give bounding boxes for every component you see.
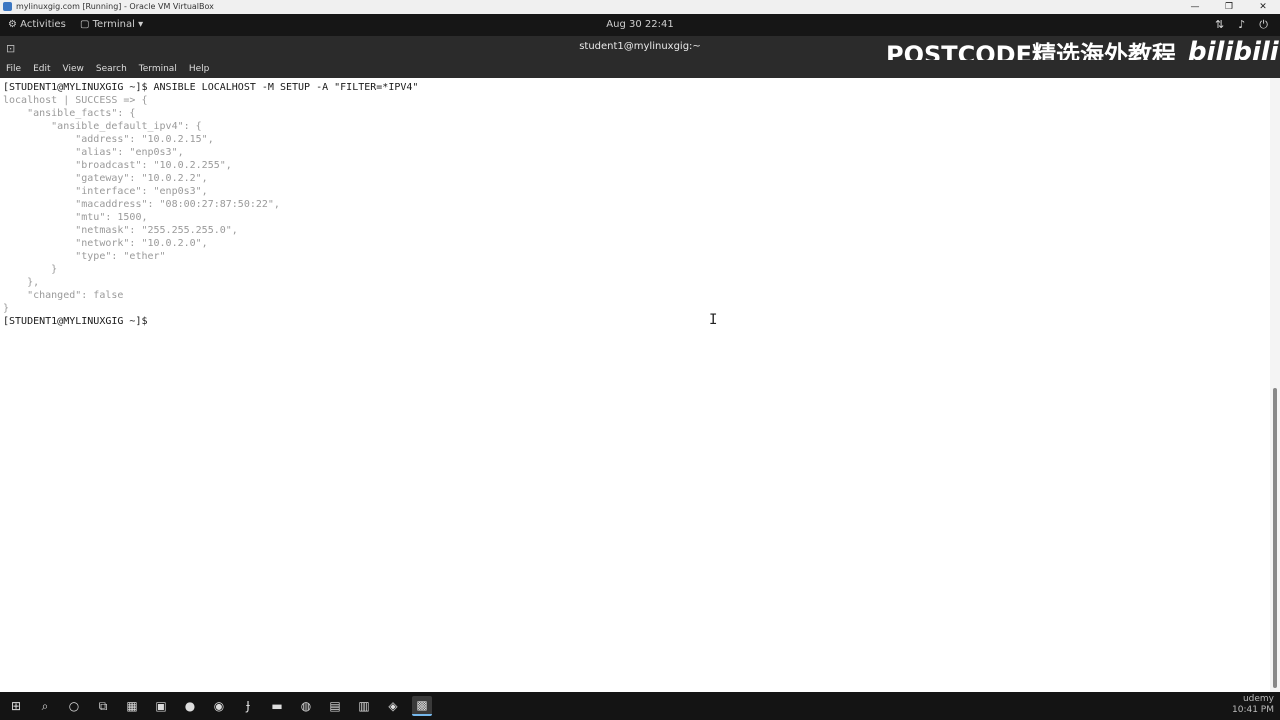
windows-taskbar: ⊞ ⌕ ○ ⧉ ▦ ▣ ● ◉ Ɉ ▬ ◍ ▤ ▥ ◈ ▩ udemy 10:4… [0,692,1280,720]
close-button[interactable]: ✕ [1246,0,1280,14]
menu-search[interactable]: Search [96,64,127,74]
terminal-body[interactable]: [STUDENT1@MYLINUXGIG ~]$ ANSIBLE LOCALHO… [0,78,1270,692]
terminal-line: "changed": false [3,290,124,301]
windows-start-icon[interactable]: ⊞ [6,696,26,716]
window-title: mylinuxgig.com [Running] - Oracle VM Vir… [16,2,214,11]
cortana-icon[interactable]: ○ [64,696,84,716]
taskbar-icons: ⊞ ⌕ ○ ⧉ ▦ ▣ ● ◉ Ɉ ▬ ◍ ▤ ▥ ◈ ▩ [6,696,432,716]
terminal-line: "macaddress": "08:00:27:87:50:22", [3,199,280,210]
edge-icon[interactable]: ◉ [209,696,229,716]
maximize-button[interactable]: ❐ [1212,0,1246,14]
menu-file[interactable]: File [6,64,21,74]
document-icon[interactable]: ▤ [325,696,345,716]
terminal-line: "netmask": "255.255.255.0", [3,225,238,236]
task-view-icon[interactable]: ⧉ [93,696,113,716]
system-tray-clock[interactable]: udemy 10:41 PM [1232,694,1274,716]
scrollbar-thumb[interactable] [1273,388,1277,688]
terminal-prompt: [STUDENT1@MYLINUXGIG ~]$ [3,316,148,327]
java-icon[interactable]: Ɉ [238,696,258,716]
terminal-menubar: File Edit View Search Terminal Help [0,60,1280,78]
menu-view[interactable]: View [63,64,84,74]
terminal-line: "type": "ether" [3,251,166,262]
terminal-line: localhost | SUCCESS => { [3,95,148,106]
terminal-line: } [3,264,58,275]
terminal-line: } [3,303,10,314]
window-controls: — ❐ ✕ [1178,0,1280,14]
terminal-line: "alias": "enp0s3", [3,147,184,158]
folder-icon[interactable]: ▬ [267,696,287,716]
menu-edit[interactable]: Edit [33,64,50,74]
terminal-line: "address": "10.0.2.15", [3,134,214,145]
terminal-line: "mtu": 1500, [3,212,148,223]
terminal-line: "ansible_facts": { [3,108,136,119]
taskbar-time: 10:41 PM [1232,705,1274,715]
store-icon[interactable]: ▦ [122,696,142,716]
terminal-scrollbar[interactable] [1270,78,1280,692]
ibeam-cursor-icon: I [709,312,718,328]
terminal-output: [STUDENT1@MYLINUXGIG ~]$ ANSIBLE LOCALHO… [3,81,418,328]
terminal-line: "network": "10.0.2.0", [3,238,208,249]
minimize-button[interactable]: — [1178,0,1212,14]
terminal-line: "gateway": "10.0.2.2", [3,173,208,184]
app-icon[interactable]: ▥ [354,696,374,716]
virtualbox-taskbar-icon[interactable]: ▩ [412,696,432,716]
menu-help[interactable]: Help [189,64,210,74]
terminal-line: "ansible_default_ipv4": { [3,121,202,132]
clock[interactable]: Aug 30 22:41 [0,19,1280,30]
terminal-line: }, [3,277,40,288]
shopping-bag-icon[interactable]: ▣ [151,696,171,716]
box-icon[interactable]: ◈ [383,696,403,716]
menu-terminal[interactable]: Terminal [139,64,177,74]
terminal-line: "interface": "enp0s3", [3,186,208,197]
terminal-line: [STUDENT1@MYLINUXGIG ~]$ ANSIBLE LOCALHO… [3,82,419,93]
udemy-logo: udemy [1242,694,1274,704]
media-icon[interactable]: ◍ [296,696,316,716]
terminal-line: "broadcast": "10.0.2.255", [3,160,232,171]
firefox-icon[interactable]: ● [180,696,200,716]
virtualbox-titlebar: mylinuxgig.com [Running] - Oracle VM Vir… [0,0,1280,14]
search-icon[interactable]: ⌕ [35,696,55,716]
virtualbox-icon [3,2,12,11]
